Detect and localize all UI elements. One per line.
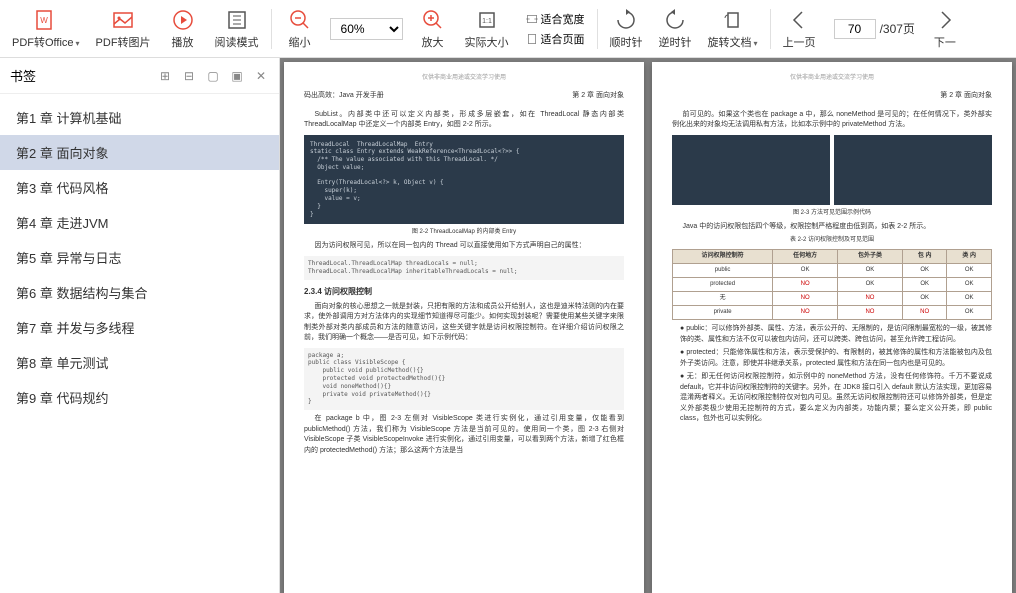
code-screenshot-right	[834, 135, 992, 205]
read-mode-button[interactable]: 阅读模式	[207, 0, 267, 57]
bookmarks-sidebar: 书签 ⊞ ⊟ ▢ ▣ ✕ 第1 章 计算机基础第2 章 面向对象第3 章 代码风…	[0, 58, 280, 593]
pdf-convert-button[interactable]: W PDF转Office▾	[4, 0, 88, 57]
zoom-select[interactable]: 60%	[330, 18, 403, 40]
rotate-cw-icon	[614, 8, 638, 32]
actual-size-button[interactable]: 1:1 实际大小	[457, 0, 517, 57]
pdf-image-button[interactable]: PDF转图片	[88, 0, 159, 57]
bullet-item: ● protected：只能修饰属性和方法，表示受保护的、有限制的，被其修饰的属…	[672, 348, 992, 369]
rotate-ccw-icon	[663, 8, 687, 32]
bookmark-item[interactable]: 第7 章 并发与多线程	[0, 310, 279, 345]
bookmark-item[interactable]: 第8 章 单元测试	[0, 345, 279, 380]
chevron-down-icon: ▾	[76, 39, 80, 48]
bullet-item: ● public：可以修饰外部类、属性、方法，表示公开的、无限制的，是访问限制最…	[672, 324, 992, 345]
fit-buttons: 适合宽度 适合页面	[517, 0, 593, 57]
pdf-page-left: 仅供非商业用途或交流学习使用 码出高效：Java 开发手册第 2 章 面向对象 …	[284, 62, 644, 593]
rotate-ccw-button[interactable]: 逆时针	[651, 0, 700, 57]
code-screenshot-left	[672, 135, 830, 205]
fit-width-button[interactable]: 适合宽度	[525, 11, 585, 27]
pdf-page-right: 仅供非商业用途或交流学习使用 第 2 章 面向对象 前可见的。如果这个类也在 p…	[652, 62, 1012, 593]
actual-size-icon: 1:1	[475, 8, 499, 32]
bookmark-item[interactable]: 第1 章 计算机基础	[0, 100, 279, 135]
sidebar-title: 书签	[10, 66, 157, 85]
page-total-label: /307页	[880, 20, 915, 37]
pdf-word-icon: W	[34, 8, 58, 32]
bookmark-item[interactable]: 第9 章 代码规约	[0, 380, 279, 415]
zoom-out-icon	[288, 8, 312, 32]
bookmark-item[interactable]: 第6 章 数据结构与集合	[0, 275, 279, 310]
bookmark-remove-icon[interactable]: ▣	[229, 68, 245, 84]
bookmark-list: 第1 章 计算机基础第2 章 面向对象第3 章 代码风格第4 章 走进JVM第5…	[0, 94, 279, 593]
bullet-item: ● 无：即无任何访问权限控制符，如示例中的 noneMethod 方法，没有任何…	[672, 372, 992, 425]
page-number-input[interactable]	[834, 19, 876, 39]
rotate-doc-button[interactable]: 旋转文档▾	[700, 0, 766, 57]
bookmark-item[interactable]: 第4 章 走进JVM	[0, 205, 279, 240]
prev-page-button[interactable]: 上一页	[775, 0, 824, 57]
arrow-left-icon	[787, 8, 811, 32]
bookmark-add-icon[interactable]: ▢	[205, 68, 221, 84]
separator	[770, 9, 771, 49]
chevron-down-icon: ▾	[754, 39, 758, 48]
rotate-cw-button[interactable]: 顺时针	[602, 0, 651, 57]
separator	[597, 9, 598, 49]
pdf-viewer[interactable]: 仅供非商业用途或交流学习使用 码出高效：Java 开发手册第 2 章 面向对象 …	[280, 58, 1016, 593]
collapse-icon[interactable]: ⊟	[181, 68, 197, 84]
rotate-doc-icon	[721, 8, 745, 32]
zoom-in-button[interactable]: 放大	[409, 0, 457, 57]
svg-text:1:1: 1:1	[482, 18, 492, 25]
read-mode-icon	[225, 8, 249, 32]
zoom-out-button[interactable]: 缩小	[276, 0, 324, 57]
close-icon[interactable]: ✕	[253, 68, 269, 84]
bookmark-item[interactable]: 第2 章 面向对象	[0, 135, 279, 170]
svg-text:W: W	[40, 16, 48, 25]
bookmark-item[interactable]: 第5 章 异常与日志	[0, 240, 279, 275]
play-button[interactable]: 播放	[159, 0, 207, 57]
image-icon	[111, 8, 135, 32]
separator	[271, 9, 272, 49]
access-table: 访问权限控制符任何地方包外子类包 内类 内publicOKOKOKOKprote…	[672, 249, 992, 320]
arrow-right-icon	[933, 8, 957, 32]
fit-page-button[interactable]: 适合页面	[525, 31, 585, 47]
bookmark-item[interactable]: 第3 章 代码风格	[0, 170, 279, 205]
next-page-button[interactable]: 下一	[921, 0, 969, 57]
zoom-in-icon	[421, 8, 445, 32]
expand-icon[interactable]: ⊞	[157, 68, 173, 84]
play-icon	[171, 8, 195, 32]
